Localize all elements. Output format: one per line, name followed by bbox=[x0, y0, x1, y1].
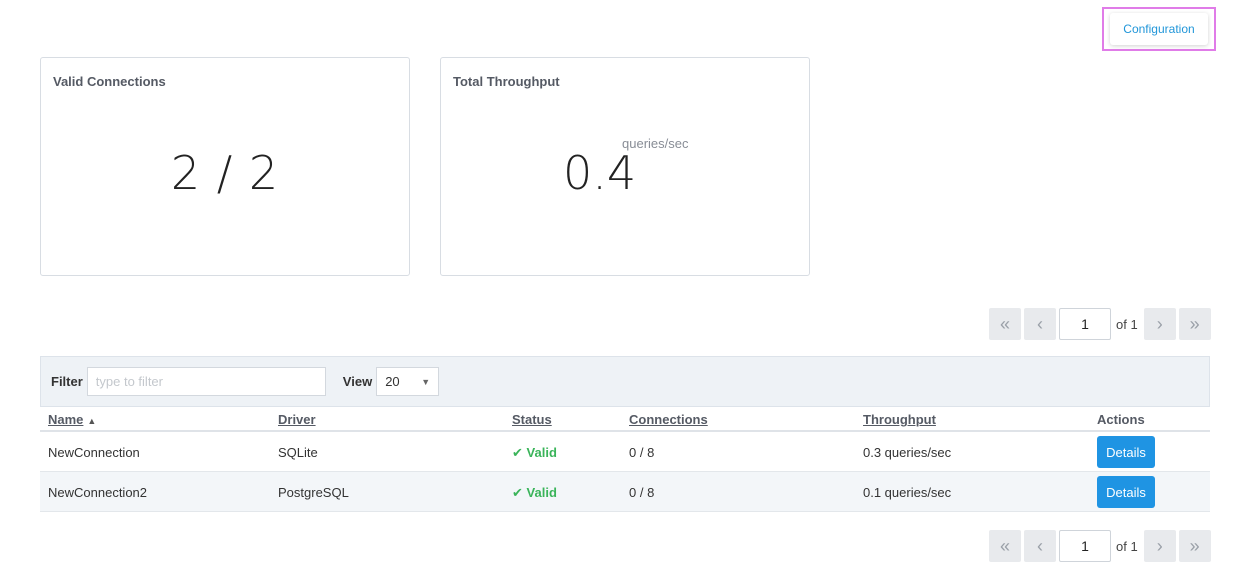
cell-status: ✔ Valid bbox=[512, 445, 557, 460]
last-page-button[interactable]: » bbox=[1178, 308, 1211, 340]
cell-status: ✔ Valid bbox=[512, 485, 557, 500]
view-label: View bbox=[342, 374, 373, 389]
last-page-button[interactable]: » bbox=[1178, 530, 1211, 562]
column-header-throughput[interactable]: Throughput bbox=[863, 412, 936, 427]
card-title: Total Throughput bbox=[453, 74, 560, 89]
pager-top: « ‹ of 1 › » bbox=[989, 308, 1214, 340]
column-header-actions: Actions bbox=[1097, 412, 1145, 427]
prev-page-button[interactable]: ‹ bbox=[1024, 530, 1056, 562]
total-throughput-card: Total Throughput 0.4 queries/sec bbox=[440, 57, 810, 276]
throughput-value: 0.4 bbox=[563, 146, 637, 200]
page: Configuration Valid Connections 2 / 2 To… bbox=[0, 0, 1249, 582]
cell-connections: 0 / 8 bbox=[629, 485, 655, 500]
filter-label: Filter bbox=[51, 374, 83, 389]
page-number-input[interactable] bbox=[1059, 308, 1111, 340]
connections-table: Name ▲ Driver Status Connections Throughp… bbox=[40, 407, 1210, 512]
column-header-connections[interactable]: Connections bbox=[629, 412, 708, 427]
column-header-status[interactable]: Status bbox=[512, 412, 552, 427]
card-title: Valid Connections bbox=[53, 74, 166, 89]
valid-connections-value: 2 / 2 bbox=[170, 146, 280, 200]
cell-name: NewConnection2 bbox=[48, 485, 148, 500]
filter-bar: Filter View 20 ▼ bbox=[40, 356, 1210, 407]
column-header-name[interactable]: Name ▲ bbox=[48, 412, 96, 427]
prev-page-button[interactable]: ‹ bbox=[1024, 308, 1056, 340]
sort-ascending-icon: ▲ bbox=[87, 416, 97, 426]
configuration-button-highlight: Configuration bbox=[1102, 7, 1216, 51]
page-count-label: of 1 bbox=[1116, 538, 1138, 554]
checkmark-icon: ✔ bbox=[512, 445, 523, 460]
next-page-button[interactable]: › bbox=[1143, 530, 1176, 562]
page-count-label: of 1 bbox=[1116, 316, 1138, 332]
view-count-select[interactable]: 20 ▼ bbox=[376, 367, 440, 396]
view-count-value: 20 bbox=[385, 374, 400, 389]
filter-input[interactable] bbox=[86, 367, 326, 396]
pager-bottom: « ‹ of 1 › » bbox=[989, 530, 1214, 562]
configuration-button[interactable]: Configuration bbox=[1110, 13, 1208, 45]
valid-connections-card: Valid Connections 2 / 2 bbox=[40, 57, 410, 276]
cell-driver: SQLite bbox=[278, 445, 318, 460]
checkmark-icon: ✔ bbox=[512, 485, 523, 500]
table-header: Name ▲ Driver Status Connections Throughp… bbox=[40, 407, 1210, 432]
details-button[interactable]: Details bbox=[1097, 436, 1155, 468]
details-button[interactable]: Details bbox=[1097, 476, 1155, 508]
page-number-input[interactable] bbox=[1059, 530, 1111, 562]
chevron-down-icon: ▼ bbox=[421, 376, 431, 387]
first-page-button[interactable]: « bbox=[989, 530, 1021, 562]
cell-throughput: 0.3 queries/sec bbox=[863, 445, 952, 460]
cell-connections: 0 / 8 bbox=[629, 445, 655, 460]
first-page-button[interactable]: « bbox=[989, 308, 1021, 340]
cell-throughput: 0.1 queries/sec bbox=[863, 485, 952, 500]
next-page-button[interactable]: › bbox=[1143, 308, 1176, 340]
table-row: NewConnection SQLite ✔ Valid 0 / 8 0.3 q… bbox=[40, 432, 1210, 472]
column-header-driver[interactable]: Driver bbox=[278, 412, 316, 427]
cell-name: NewConnection bbox=[48, 445, 140, 460]
throughput-unit: queries/sec bbox=[622, 136, 689, 151]
table-row: NewConnection2 PostgreSQL ✔ Valid 0 / 8 … bbox=[40, 472, 1210, 512]
cell-driver: PostgreSQL bbox=[278, 485, 349, 500]
